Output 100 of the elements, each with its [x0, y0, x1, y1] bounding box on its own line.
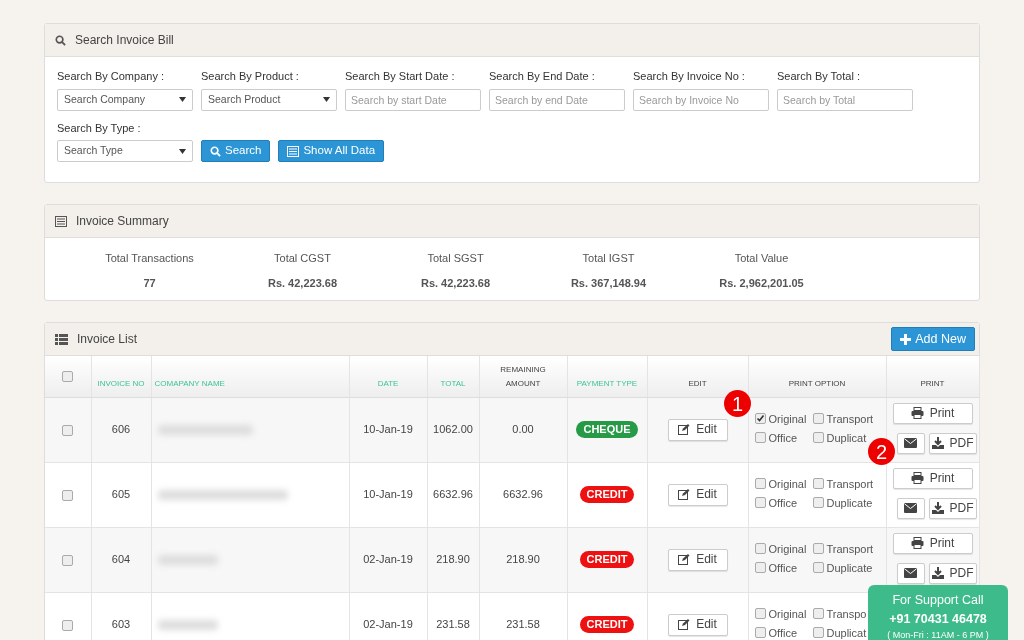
search-icon	[55, 34, 66, 46]
checkbox[interactable]	[812, 413, 824, 424]
checkbox[interactable]	[754, 562, 766, 573]
option-label: Office	[768, 431, 798, 444]
edit-button[interactable]: Edit	[667, 548, 728, 571]
pdf-button[interactable]: PDF	[928, 562, 977, 584]
print-icon	[910, 407, 924, 419]
input-field[interactable]: Search by end Date	[489, 88, 625, 111]
stat-value: Rs. 42,223.68	[266, 275, 339, 291]
print-button[interactable]: Print	[892, 532, 973, 554]
option-label: Transport	[826, 412, 874, 425]
option-label: Duplicat	[826, 431, 867, 444]
download-icon	[931, 502, 944, 514]
list-icon	[287, 145, 300, 157]
option-label: Duplicate	[826, 496, 873, 509]
panel-title: Search Invoice Bill	[75, 32, 174, 49]
table-cell: 605	[91, 462, 151, 527]
field-label: Search By End Date :	[489, 69, 596, 84]
checkbox[interactable]	[62, 489, 74, 501]
field-label: Search By Product :	[201, 69, 300, 84]
print-button[interactable]: Print	[892, 402, 973, 424]
payment-badge: CREDIT	[579, 550, 635, 569]
table-cell: 10-Jan-19	[349, 462, 427, 527]
checkbox[interactable]	[62, 370, 74, 382]
checkbox[interactable]	[754, 627, 766, 638]
column-header: REMAINING AMOUNT	[479, 356, 567, 397]
edit-button[interactable]: Edit	[667, 613, 728, 636]
print-icon	[910, 472, 924, 484]
stat-label: Total CGST	[273, 251, 332, 266]
column-header: EDIT	[647, 356, 748, 397]
checkbox[interactable]	[62, 424, 74, 436]
option-label: Duplicat	[826, 626, 867, 639]
column-header: COMAPANY NAME	[151, 356, 349, 397]
email-button[interactable]	[896, 497, 925, 519]
table-cell: 603	[91, 592, 151, 640]
field-label: Search By Company :	[57, 69, 165, 84]
edit-icon	[678, 424, 691, 435]
option-label: Office	[768, 496, 798, 509]
edit-button[interactable]: Edit	[667, 483, 728, 506]
download-icon	[931, 567, 944, 579]
option-label: Office	[768, 561, 798, 574]
table-cell: 218.90	[479, 527, 567, 592]
option-label: Transport	[826, 542, 874, 555]
stat-value: Rs. 2,962,201.05	[718, 275, 805, 291]
input-field[interactable]: Search by Total	[777, 88, 913, 111]
select-field[interactable]: Search Company	[57, 88, 193, 111]
print-button[interactable]: Print	[892, 467, 973, 489]
checkbox[interactable]	[812, 432, 824, 443]
pdf-button[interactable]: PDF	[928, 432, 977, 454]
table-cell: 0.00	[479, 397, 567, 462]
select-field[interactable]: Search Type	[57, 140, 193, 162]
table-cell: 6632.96	[427, 462, 479, 527]
input-field[interactable]: Search by start Date	[345, 88, 481, 111]
column-header: PAYMENT TYPE	[567, 356, 647, 397]
stat-value: 77	[142, 275, 157, 291]
select-field[interactable]: Search Product	[201, 88, 337, 111]
stat-value: Rs. 42,223.68	[419, 275, 492, 291]
option-label: Office	[768, 626, 798, 639]
edit-button[interactable]: Edit	[667, 418, 728, 441]
search-icon	[210, 145, 221, 157]
table-cell: 231.58	[479, 592, 567, 640]
field-label: Search By Total :	[777, 69, 861, 84]
checkbox[interactable]	[754, 478, 766, 489]
option-label: Transpo	[826, 607, 867, 620]
checkbox[interactable]	[754, 543, 766, 554]
checkbox[interactable]	[62, 554, 74, 566]
email-button[interactable]	[896, 562, 925, 584]
stat-label: Total IGST	[581, 251, 636, 266]
checkbox[interactable]	[62, 619, 74, 631]
pdf-button[interactable]: PDF	[928, 497, 977, 519]
input-field[interactable]: Search by Invoice No	[633, 88, 769, 111]
edit-icon	[678, 489, 691, 500]
checkbox[interactable]	[812, 627, 824, 638]
field-label: Search By Type :	[57, 120, 142, 136]
checkbox[interactable]	[812, 608, 824, 619]
checkbox[interactable]	[754, 608, 766, 619]
option-label: Original	[768, 477, 807, 490]
checkbox[interactable]	[754, 432, 766, 443]
caret-icon	[179, 148, 186, 154]
checkbox[interactable]	[812, 543, 824, 554]
email-button[interactable]	[896, 432, 925, 454]
checkbox[interactable]	[812, 562, 824, 573]
option-label: Original	[768, 607, 807, 620]
column-header: PRINT	[886, 356, 979, 397]
column-header: INVOICE NO	[91, 356, 151, 397]
checkbox[interactable]	[812, 497, 824, 508]
checkbox[interactable]	[812, 478, 824, 489]
option-label: Original	[768, 412, 807, 425]
checkbox[interactable]	[754, 413, 766, 424]
column-header: TOTAL	[427, 356, 479, 397]
download-icon	[931, 437, 944, 449]
table-cell: 02-Jan-19	[349, 592, 427, 640]
table-cell: 02-Jan-19	[349, 527, 427, 592]
option-label: Original	[768, 542, 807, 555]
checkbox[interactable]	[754, 497, 766, 508]
support-title: For Support Call	[891, 592, 985, 609]
mail-icon	[904, 568, 917, 578]
payment-badge: CREDIT	[579, 485, 635, 504]
edit-icon	[678, 619, 691, 630]
panel-title: Invoice List	[77, 331, 138, 348]
